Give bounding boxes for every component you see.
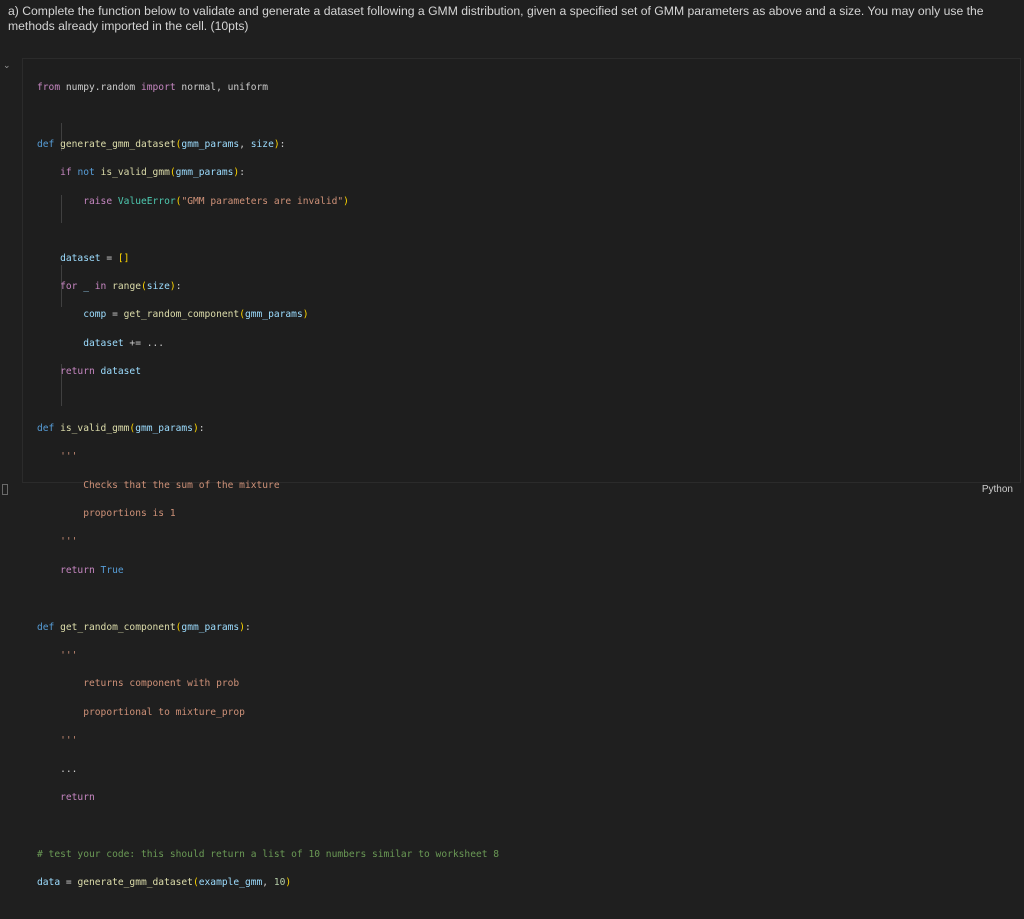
code-line-29: data = generate_gmm_dataset(example_gmm,… (37, 877, 292, 889)
code-line-26: return (37, 791, 499, 805)
keyword: return (60, 791, 95, 803)
operator: = (60, 877, 78, 889)
code-line-5: raise ValueError("GMM parameters are inv… (83, 195, 349, 207)
keyword: for (60, 280, 78, 292)
operator: += ... (123, 337, 165, 349)
code-line-23: proportional to mixture_prop (37, 706, 499, 720)
code-content: from numpy.random import normal, uniform… (37, 67, 499, 919)
code-line-18: return True (37, 564, 499, 578)
code-cell-editor[interactable]: from numpy.random import normal, uniform… (22, 58, 1021, 888)
keyword: def (37, 621, 55, 633)
separator: , (239, 138, 251, 150)
docstring: proportional to mixture_prop (83, 706, 245, 718)
variable: dataset (100, 366, 141, 378)
docstring: ''' (60, 735, 78, 747)
call-name: get_random_component (123, 309, 240, 321)
code-line-13: def is_valid_gmm(gmm_params): (37, 422, 205, 434)
code-line-20: def get_random_component(gmm_params): (37, 621, 251, 633)
variable: dataset (60, 252, 101, 264)
docstring: Checks that the sum of the mixture (83, 479, 280, 491)
docstring: proportions is 1 (83, 508, 176, 520)
variable: comp (83, 309, 107, 321)
code-line-7: dataset = [] (37, 252, 499, 266)
code-line-10: dataset += ... (37, 337, 499, 351)
function-name: generate_gmm_dataset (60, 138, 176, 150)
ellipsis: ... (60, 763, 78, 775)
code-line-24: ''' (37, 734, 499, 748)
call-name: range (112, 280, 142, 292)
string: "GMM parameters are invalid" (181, 195, 344, 207)
code-line-3: def generate_gmm_dataset(gmm_params, siz… (37, 138, 286, 150)
cell-gutter (0, 58, 22, 505)
code-line-28: # test your code: this should return a l… (37, 848, 499, 862)
operator: = (100, 252, 118, 264)
docstring: ''' (60, 536, 78, 548)
keyword: def (37, 138, 55, 150)
code-line-1: from numpy.random import normal, uniform (37, 81, 499, 95)
docstring: ''' (60, 650, 78, 662)
arg: example_gmm (198, 877, 263, 889)
code-line-9: comp = get_random_component(gmm_params) (83, 309, 309, 321)
constant: True (100, 564, 124, 576)
variable: _ (83, 280, 89, 292)
keyword: not (77, 167, 95, 179)
code-line-17: ''' (37, 535, 499, 549)
code-line-14: ''' (37, 450, 499, 464)
keyword: if (60, 167, 72, 179)
keyword: return (60, 366, 95, 378)
chevron-down-icon[interactable]: ⌄ (3, 61, 11, 71)
code-line-25: ... (37, 763, 499, 777)
question-text: a) Complete the function below to valida… (8, 4, 984, 33)
param: size (250, 138, 274, 150)
param: gmm_params (181, 138, 240, 150)
code-line-15: Checks that the sum of the mixture (37, 479, 499, 493)
arg: size (146, 280, 170, 292)
variable: dataset (83, 337, 124, 349)
keyword: def (37, 422, 55, 434)
code-line-21: ''' (37, 649, 499, 663)
arg: gmm_params (175, 167, 234, 179)
variable: data (37, 877, 61, 889)
keyword: import (140, 82, 176, 94)
code-line-11: return dataset (37, 365, 499, 379)
docstring: ''' (60, 451, 78, 463)
keyword: in (94, 280, 107, 292)
keyword: return (60, 564, 95, 576)
code-line-8: for _ in range(size): (60, 280, 182, 292)
markdown-cell[interactable]: a) Complete the function below to valida… (8, 4, 1008, 34)
comment: # test your code: this should return a l… (37, 848, 500, 860)
cell-language-label[interactable]: Python (982, 484, 1013, 495)
code-line-16: proportions is 1 (37, 507, 499, 521)
code-line-22: returns component with prob (37, 677, 499, 691)
import-names: normal, uniform (181, 82, 269, 94)
keyword: from (37, 82, 61, 94)
class-name: ValueError (117, 195, 176, 207)
code-line-4: if not is_valid_gmm(gmm_params): (60, 167, 245, 179)
docstring: returns component with prob (83, 678, 240, 690)
operator: = (106, 309, 124, 321)
separator: , (262, 877, 274, 889)
module-name: numpy.random (65, 82, 136, 94)
call-name: is_valid_gmm (100, 167, 170, 179)
param: gmm_params (181, 621, 240, 633)
list-literal: [] (117, 252, 130, 264)
function-name: is_valid_gmm (60, 422, 130, 434)
call-name: generate_gmm_dataset (77, 877, 193, 889)
keyword: raise (83, 195, 113, 207)
execution-indicator-icon (2, 484, 8, 495)
function-name: get_random_component (60, 621, 176, 633)
arg: gmm_params (244, 309, 303, 321)
number: 10 (273, 877, 286, 889)
param: gmm_params (135, 422, 193, 434)
